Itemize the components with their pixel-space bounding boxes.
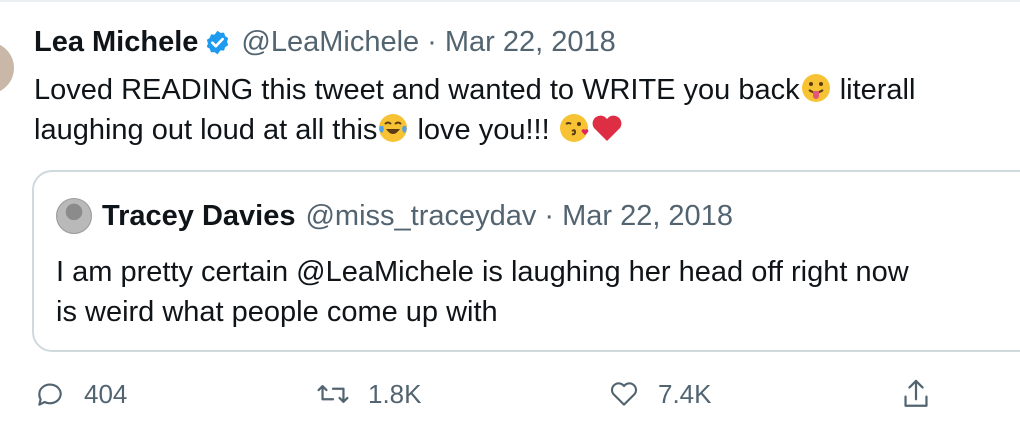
separator-dot: · (427, 26, 437, 58)
reply-count: 404 (84, 378, 128, 409)
like-count: 7.4K (658, 378, 712, 409)
tongue-face-emoji-icon (801, 74, 830, 102)
reply-icon (38, 383, 62, 406)
quoted-author-name: Tracey Davies (102, 199, 296, 232)
tweet-header: Lea Michele @LeaMichele · Mar 22, 2018 (34, 26, 616, 59)
quoted-tweet-header: Tracey Davies @miss_traceydav · Mar 22, … (56, 198, 733, 234)
author-name[interactable]: Lea Michele (34, 26, 198, 59)
retweet-icon (317, 385, 349, 403)
red-heart-emoji-icon (592, 115, 622, 141)
retweet-count: 1.8K (368, 378, 422, 409)
retweet-button[interactable]: 1.8K (316, 374, 422, 414)
tweet-date[interactable]: Mar 22, 2018 (445, 26, 616, 59)
tweet-text-segment: love you!!! (409, 114, 558, 146)
heart-icon (610, 382, 638, 406)
reply-button[interactable]: 404 (34, 374, 127, 414)
author-avatar[interactable] (0, 42, 14, 94)
tweet-text-segment: literall (831, 74, 916, 106)
like-button[interactable]: 7.4K (608, 374, 712, 414)
tweet-actions-bar: 404 1.8K 7.4K (34, 374, 1014, 414)
quoted-author-handle: @miss_traceydav (305, 199, 537, 232)
top-divider (0, 0, 1020, 2)
face-blowing-kiss-emoji-icon (559, 114, 589, 142)
tweet-text-segment: laughing out loud at all this (34, 114, 378, 146)
verified-badge-icon (207, 30, 229, 55)
quoted-tweet-card[interactable]: Tracey Davies @miss_traceydav · Mar 22, … (32, 170, 1020, 352)
tears-of-joy-emoji-icon (379, 114, 408, 142)
quoted-tweet-text: I am pretty certain @LeaMichele is laugh… (56, 252, 909, 332)
share-button[interactable] (900, 374, 950, 414)
quoted-text-line-2: is weird what people come up with (56, 296, 498, 328)
quoted-tweet-date: Mar 22, 2018 (562, 199, 733, 232)
author-handle[interactable]: @LeaMichele (241, 26, 419, 59)
quoted-text-line-1: I am pretty certain @LeaMichele is laugh… (56, 256, 909, 288)
tweet-text-line-1: Loved READING this tweet and wanted to W… (34, 70, 1020, 110)
tweet-text: Loved READING this tweet and wanted to W… (34, 70, 1020, 150)
share-icon (904, 379, 928, 407)
quoted-author-avatar (56, 198, 92, 234)
separator-dot: · (544, 199, 555, 232)
tweet-text-line-2: laughing out loud at all this love you!!… (34, 110, 1020, 150)
tweet-text-segment: Loved READING this tweet and wanted to W… (34, 74, 800, 106)
